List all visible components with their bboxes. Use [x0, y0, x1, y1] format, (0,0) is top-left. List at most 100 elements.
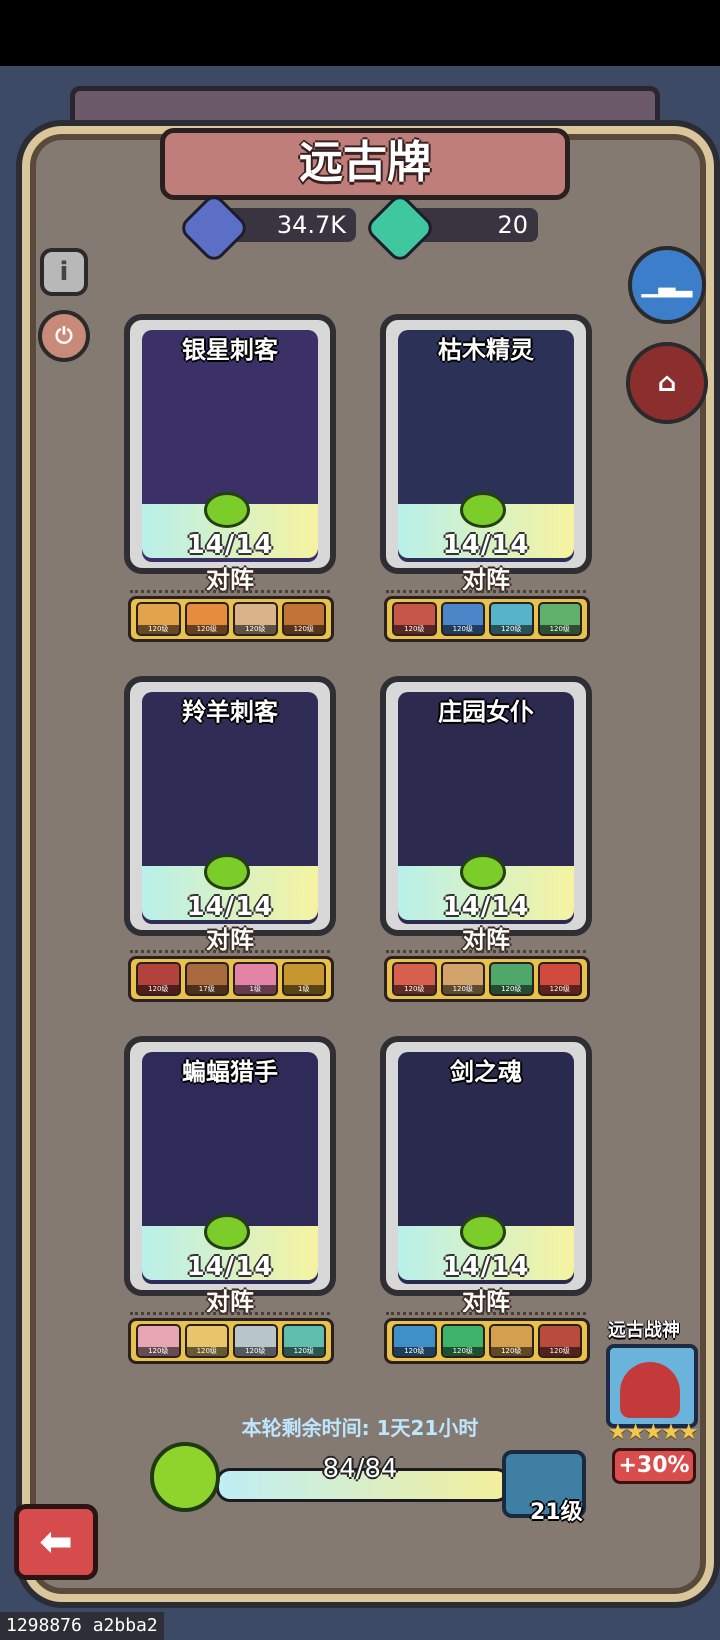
- ranking-button[interactable]: ▁▃▂: [628, 246, 706, 324]
- hero-level: 120级: [186, 625, 227, 634]
- hero-level: 120级: [442, 985, 483, 994]
- hero-avatar: 120级: [537, 1324, 582, 1358]
- hero-avatar: 120级: [233, 1324, 278, 1358]
- card-sword-soul[interactable]: 剑之魂 14/14: [380, 1036, 592, 1296]
- hero-level: 120级: [394, 1347, 435, 1356]
- bean-icon: [460, 854, 506, 890]
- card-name: 银星刺客: [182, 336, 278, 364]
- hero-level: 120级: [442, 625, 483, 634]
- hero-avatar: 120级: [281, 602, 326, 636]
- card-count: 14/14: [442, 1252, 530, 1282]
- hero-level: 120级: [235, 1347, 276, 1356]
- hero-avatar: 120级: [184, 602, 229, 636]
- card-name: 羚羊刺客: [182, 698, 278, 726]
- star-rating: ★★★★★: [608, 1420, 699, 1445]
- opponent-lineup[interactable]: 120级 120级 120级 120级: [128, 596, 334, 642]
- shop-stall-icon: ⌂: [657, 368, 677, 398]
- divider: [130, 590, 330, 593]
- hero-level: 120级: [491, 625, 532, 634]
- card-antelope-assassin[interactable]: 羚羊刺客 14/14: [124, 676, 336, 936]
- bonus-badge: +30%: [612, 1448, 696, 1484]
- card-count: 14/14: [186, 530, 274, 560]
- hero-avatar: 120级: [136, 1324, 181, 1358]
- hero-level: 120级: [539, 625, 580, 634]
- shop-button[interactable]: ⌂: [626, 342, 708, 424]
- bean-icon: [204, 492, 250, 528]
- hero-avatar: 1级: [281, 962, 326, 996]
- build-id: 1298876 a2bba2: [0, 1612, 164, 1640]
- opponent-lineup[interactable]: 120级 120级 120级 120级: [384, 596, 590, 642]
- hero-avatar: 120级: [489, 1324, 534, 1358]
- card-name: 枯木精灵: [438, 336, 534, 364]
- hero-avatar: 120级: [184, 1324, 229, 1358]
- card-count: 14/14: [186, 1252, 274, 1282]
- hero-avatar: 17级: [184, 962, 229, 996]
- hero-level: 120级: [283, 625, 324, 634]
- info-icon: i: [59, 257, 69, 287]
- opponent-lineup[interactable]: 120级 120级 120级 120级: [128, 1318, 334, 1364]
- hero-avatar: 120级: [136, 962, 181, 996]
- bean-progress-text: 84/84: [322, 1454, 398, 1484]
- hero-avatar: 120级: [233, 602, 278, 636]
- podium-icon: ▁▃▂: [641, 272, 693, 298]
- back-arrow-icon: ⬅: [39, 1519, 73, 1565]
- divider: [130, 950, 330, 953]
- round-timer: 本轮剩余时间: 1天21小时: [241, 1416, 479, 1440]
- card-bat-hunter[interactable]: 蝙蝠猎手 14/14: [124, 1036, 336, 1296]
- divider: [386, 590, 586, 593]
- opponent-lineup[interactable]: 120级 17级 1级 1级: [128, 956, 334, 1002]
- opponent-lineup[interactable]: 120级 120级 120级 120级: [384, 956, 590, 1002]
- hero-level: 120级: [235, 625, 276, 634]
- bean-icon: [460, 1214, 506, 1250]
- card-silver-star-assassin[interactable]: 银星刺客 14/14: [124, 314, 336, 574]
- card-dead-wood-spirit[interactable]: 枯木精灵 14/14: [380, 314, 592, 574]
- card-name: 庄园女仆: [438, 698, 534, 726]
- hero-level: 17级: [186, 985, 227, 994]
- hero-avatar: 120级: [489, 962, 534, 996]
- divider: [130, 1312, 330, 1315]
- hero-level: 1级: [283, 985, 324, 994]
- bean-icon: [204, 854, 250, 890]
- minotaur-avatar-icon: [620, 1362, 680, 1418]
- divider: [386, 1312, 586, 1315]
- hero-level: 120级: [539, 1347, 580, 1356]
- hero-avatar: 120级: [392, 1324, 437, 1358]
- bean-icon: [204, 1214, 250, 1250]
- card-count: 14/14: [442, 892, 530, 922]
- hero-avatar: 120级: [281, 1324, 326, 1358]
- clock-icon: ⏻: [55, 323, 73, 349]
- hero-avatar: 120级: [489, 602, 534, 636]
- back-button[interactable]: ⬅: [14, 1504, 98, 1580]
- hero-level: 120级: [442, 1347, 483, 1356]
- ancient-god-name: 远古战神: [608, 1320, 680, 1341]
- green-amount: 20: [497, 211, 528, 239]
- hero-level: 120级: [539, 985, 580, 994]
- hero-avatar: 120级: [440, 602, 485, 636]
- hero-avatar: 120级: [537, 962, 582, 996]
- hero-level: 120级: [491, 1347, 532, 1356]
- crystal-amount: 34.7K: [276, 211, 346, 239]
- hero-avatar: 120级: [392, 602, 437, 636]
- page-title: 远古牌: [299, 137, 431, 188]
- card-name: 剑之魂: [450, 1058, 522, 1086]
- bean-icon: [150, 1442, 220, 1512]
- info-button[interactable]: i: [40, 248, 88, 296]
- hero-level: 120级: [283, 1347, 324, 1356]
- hero-level: 1级: [235, 985, 276, 994]
- divider: [386, 950, 586, 953]
- history-button[interactable]: ⏻: [38, 310, 90, 362]
- card-count: 14/14: [186, 892, 274, 922]
- hero-level: 120级: [394, 625, 435, 634]
- card-name: 蝙蝠猎手: [182, 1058, 278, 1086]
- hero-level: 120级: [138, 985, 179, 994]
- hero-avatar: 1级: [233, 962, 278, 996]
- level-text: 21级: [530, 1500, 583, 1525]
- hero-level: 120级: [138, 1347, 179, 1356]
- hero-level: 120级: [491, 985, 532, 994]
- card-count: 14/14: [442, 530, 530, 560]
- bean-icon: [460, 492, 506, 528]
- ancient-god-portrait[interactable]: [606, 1344, 698, 1428]
- opponent-lineup[interactable]: 120级 120级 120级 120级: [384, 1318, 590, 1364]
- card-manor-maid[interactable]: 庄园女仆 14/14: [380, 676, 592, 936]
- hero-avatar: 120级: [440, 962, 485, 996]
